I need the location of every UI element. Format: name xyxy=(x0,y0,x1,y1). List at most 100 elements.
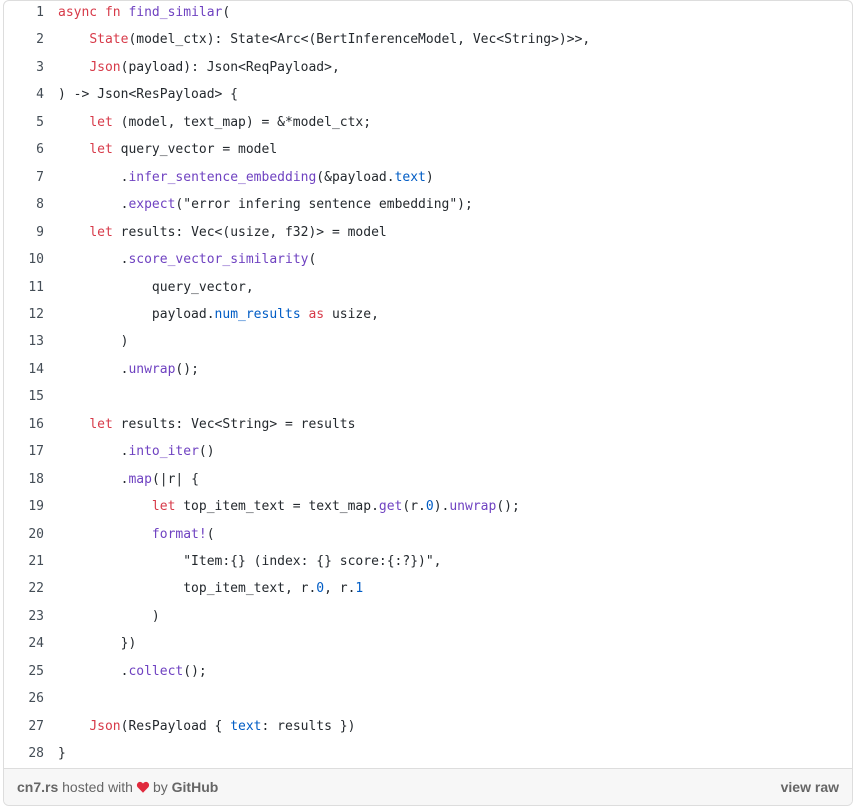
hosted-with-text: hosted with xyxy=(62,779,133,795)
line-number[interactable]: 11 xyxy=(4,274,44,301)
line-number[interactable]: 18 xyxy=(4,466,44,493)
line-number[interactable]: 8 xyxy=(4,191,44,218)
code-token: as xyxy=(308,306,325,322)
code-line: 10 .score_vector_similarity( xyxy=(4,248,852,275)
code-token: ) xyxy=(58,334,129,350)
line-number[interactable]: 3 xyxy=(4,54,44,81)
code-block: 1 async fn find_similar( 2 State(model_ctx… xyxy=(4,1,852,771)
gist-embed: 1 async fn find_similar( 2 State(model_ctx… xyxy=(3,0,853,806)
code-token: score_vector_similarity xyxy=(128,252,309,268)
line-number[interactable]: 12 xyxy=(4,301,44,328)
github-link[interactable]: GitHub xyxy=(172,779,219,795)
line-number[interactable]: 23 xyxy=(4,603,44,630)
code-token: let xyxy=(89,224,113,240)
code-line: 11 query_vector, xyxy=(4,276,852,303)
code-text: let results: Vec<String> = results xyxy=(58,411,355,438)
code-token: ( xyxy=(308,252,317,268)
code-token: format! xyxy=(151,526,207,542)
line-number[interactable]: 27 xyxy=(4,713,44,740)
code-line: 24 }) xyxy=(4,632,852,659)
code-text: let query_vector = model xyxy=(58,136,277,163)
code-token: (model, text_map) = &*model_ctx; xyxy=(112,114,372,130)
code-text: .unwrap(); xyxy=(58,356,199,383)
line-number[interactable]: 22 xyxy=(4,575,44,602)
code-line: 14 .unwrap(); xyxy=(4,358,852,385)
code-token: ) xyxy=(425,169,434,185)
code-line: 3 Json(payload): Json<ReqPayload>, xyxy=(4,56,852,83)
line-number[interactable]: 26 xyxy=(4,685,44,712)
code-text: ) xyxy=(58,603,160,630)
line-number[interactable]: 16 xyxy=(4,411,44,438)
line-number[interactable]: 28 xyxy=(4,740,44,767)
code-text: State(model_ctx): State<Arc<(BertInferen… xyxy=(58,26,590,53)
line-number[interactable]: 5 xyxy=(4,109,44,136)
code-token: . xyxy=(58,252,129,268)
code-text: .infer_sentence_embedding(&payload.text) xyxy=(58,164,434,191)
code-text: format!( xyxy=(58,521,215,548)
code-line: 4 ) -> Json<ResPayload> { xyxy=(4,83,852,110)
code-text: "Item:{} (index: {} score:{:?})", xyxy=(58,548,442,575)
code-text: .into_iter() xyxy=(58,438,215,465)
code-token: query_vector = model xyxy=(112,142,278,158)
code-line: 16 let results: Vec<String> = results xyxy=(4,413,852,440)
line-number[interactable]: 13 xyxy=(4,328,44,355)
line-number[interactable]: 21 xyxy=(4,548,44,575)
line-number[interactable]: 10 xyxy=(4,246,44,273)
code-token: . xyxy=(58,444,129,460)
line-number[interactable]: 19 xyxy=(4,493,44,520)
code-token: "Item:{} (index: {} score:{:?})", xyxy=(58,554,442,569)
line-number[interactable]: 4 xyxy=(4,81,44,108)
code-text: let results: Vec<(usize, f32)> = model xyxy=(58,219,386,246)
code-line: 9 let results: Vec<(usize, f32)> = model xyxy=(4,221,852,248)
line-number[interactable]: 2 xyxy=(4,26,44,53)
code-token: , r. xyxy=(324,581,356,597)
line-number[interactable]: 6 xyxy=(4,136,44,163)
line-number[interactable]: 17 xyxy=(4,438,44,465)
code-token: let xyxy=(89,114,113,130)
line-number[interactable]: 14 xyxy=(4,356,44,383)
code-line: 23 ) xyxy=(4,605,852,632)
line-number[interactable]: 7 xyxy=(4,164,44,191)
view-raw-link[interactable]: view raw xyxy=(781,778,839,796)
code-line: 22 top_item_text, r.0, r.1 xyxy=(4,577,852,604)
code-line: 13 ) xyxy=(4,330,852,357)
file-link[interactable]: cn7.rs xyxy=(17,779,58,795)
code-token: (ResPayload { xyxy=(120,718,231,734)
code-token: get xyxy=(378,499,403,515)
line-number[interactable]: 15 xyxy=(4,383,44,410)
code-token: unwrap xyxy=(128,361,176,377)
line-number[interactable]: 20 xyxy=(4,521,44,548)
code-token: : results }) xyxy=(261,718,356,734)
code-token: top_item_text, r. xyxy=(58,581,317,597)
line-number[interactable]: 1 xyxy=(4,1,44,26)
code-text: let (model, text_map) = &*model_ctx; xyxy=(58,109,371,136)
code-text: Json(payload): Json<ReqPayload>, xyxy=(58,54,339,81)
line-number[interactable]: 25 xyxy=(4,658,44,685)
code-text: async fn find_similar( xyxy=(58,1,230,26)
code-line: 27 Json(ResPayload { text: results }) xyxy=(4,715,852,742)
code-text: Json(ResPayload { text: results }) xyxy=(58,713,355,740)
gist-meta: cn7.rs hosted with by GitHub xyxy=(17,778,218,796)
line-number[interactable]: 9 xyxy=(4,219,44,246)
code-text: ) -> Json<ResPayload> { xyxy=(58,81,238,108)
code-line: 15 xyxy=(4,385,852,412)
code-token: ) xyxy=(58,608,160,624)
code-line: 6 let query_vector = model xyxy=(4,138,852,165)
code-text: payload.num_results as usize, xyxy=(58,301,379,328)
code-token: (r. xyxy=(402,499,426,515)
code-token: 0 xyxy=(316,581,325,597)
code-token: infer_sentence_embedding xyxy=(128,169,317,185)
code-text: .map(|r| { xyxy=(58,466,199,493)
heart-icon xyxy=(136,781,150,793)
code-token: text xyxy=(230,718,262,734)
line-number[interactable]: 24 xyxy=(4,630,44,657)
code-line: 20 format!( xyxy=(4,523,852,550)
code-token: query_vector, xyxy=(58,279,254,295)
code-token: num_results xyxy=(214,306,301,322)
code-line: 1 async fn find_similar( xyxy=(4,1,852,28)
code-line: 8 .expect("error infering sentence embed… xyxy=(4,193,852,220)
